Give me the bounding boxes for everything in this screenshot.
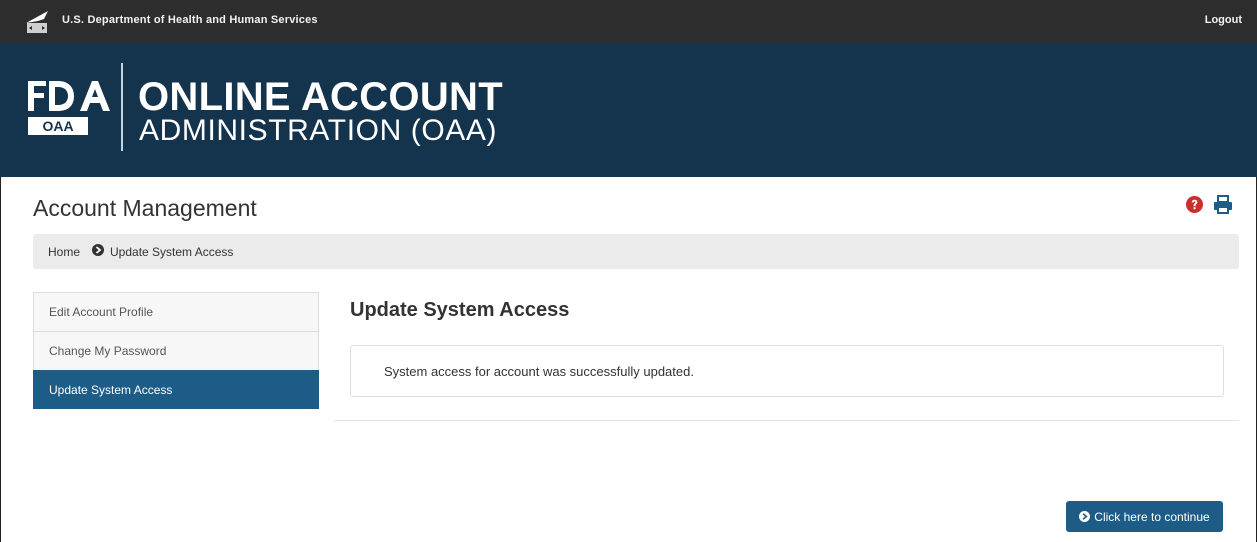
breadcrumb: Home Update System Access: [33, 234, 1239, 269]
sidebar-nav: Edit Account Profile Change My Password …: [33, 292, 319, 409]
fda-oaa-logo: OAA: [28, 81, 110, 135]
oaa-banner: OAA ONLINE ACCOUNT ADMINISTRATION (OAA): [0, 43, 1257, 177]
banner-divider: [121, 63, 123, 151]
continue-button-label: Click here to continue: [1094, 509, 1210, 524]
sidebar-item-edit-account-profile[interactable]: Edit Account Profile: [33, 292, 319, 331]
divider: [334, 420, 1239, 421]
success-message: System access for account was successful…: [384, 364, 694, 379]
banner-title: ONLINE ACCOUNT: [138, 75, 503, 119]
breadcrumb-current: Update System Access: [110, 245, 234, 259]
breadcrumb-home[interactable]: Home: [48, 245, 80, 259]
chevron-circle-right-icon: [1079, 511, 1091, 522]
hhs-eagle-icon: [26, 11, 48, 33]
agency-name: U.S. Department of Health and Human Serv…: [62, 14, 318, 26]
section-heading: Update System Access: [350, 299, 570, 321]
continue-button[interactable]: Click here to continue: [1066, 501, 1223, 532]
logout-link[interactable]: Logout: [1205, 14, 1242, 26]
logo-sublabel: OAA: [42, 118, 73, 134]
page-title: Account Management: [33, 195, 257, 221]
sidebar-item-update-system-access[interactable]: Update System Access: [33, 370, 319, 409]
question-circle-icon[interactable]: [1186, 196, 1203, 213]
banner-subtitle: ADMINISTRATION (OAA): [139, 114, 498, 147]
sidebar-item-change-my-password[interactable]: Change My Password: [33, 331, 319, 370]
success-message-box: System access for account was successful…: [350, 345, 1224, 397]
print-icon[interactable]: [1213, 195, 1233, 214]
hhs-top-bar: U.S. Department of Health and Human Serv…: [0, 0, 1257, 43]
chevron-circle-right-icon: [92, 244, 104, 256]
